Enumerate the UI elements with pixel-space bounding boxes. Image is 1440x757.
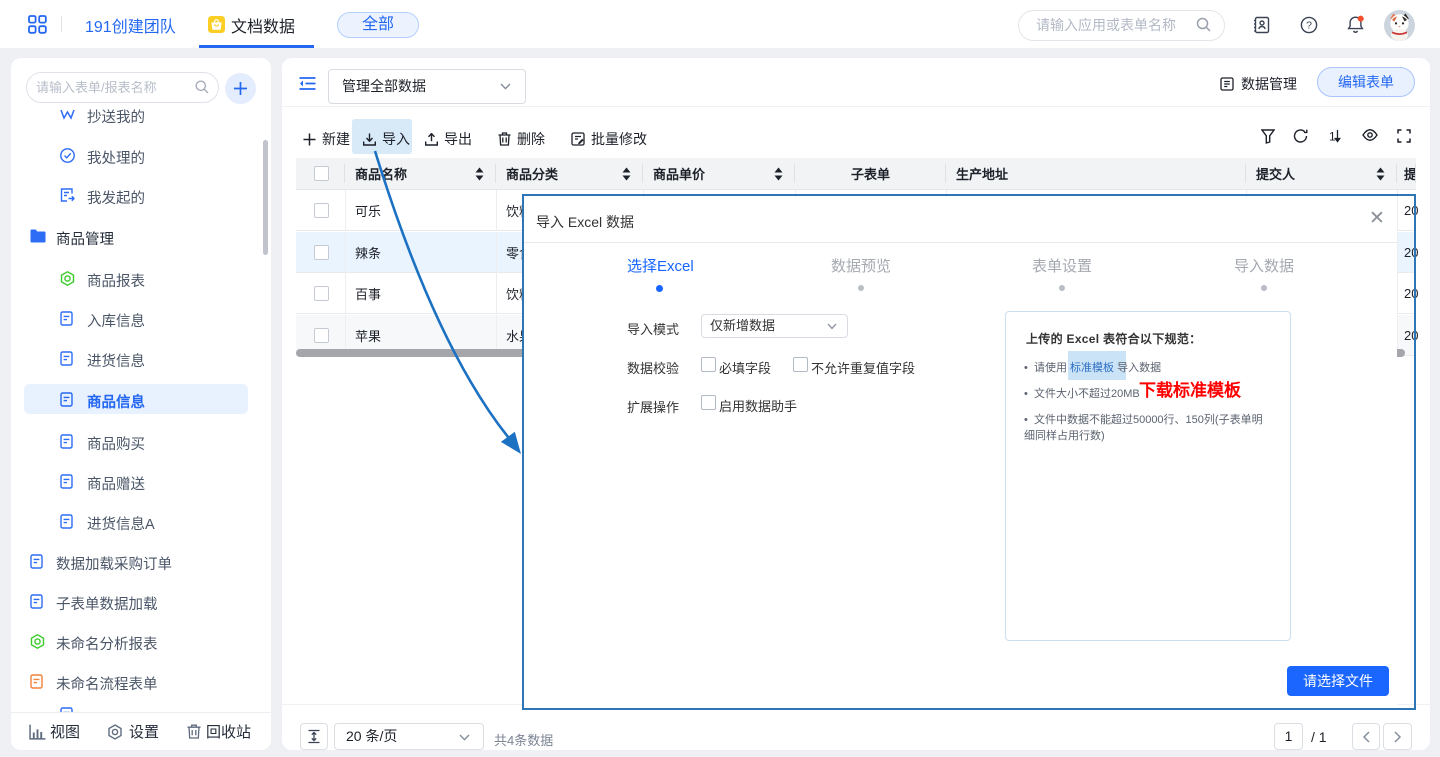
svg-text:1: 1 (1329, 130, 1336, 144)
svg-text:?: ? (1306, 20, 1312, 32)
